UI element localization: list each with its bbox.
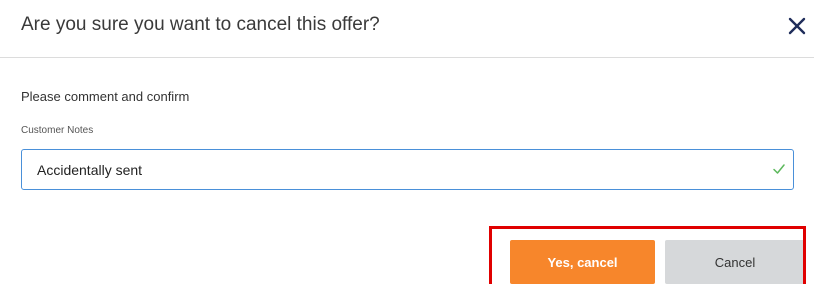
customer-notes-field (21, 149, 794, 190)
dialog-header: Are you sure you want to cancel this off… (0, 0, 814, 58)
cancel-button[interactable]: Cancel (665, 240, 805, 284)
customer-notes-input[interactable] (22, 150, 752, 189)
cancel-offer-dialog: Are you sure you want to cancel this off… (0, 0, 814, 284)
yes-cancel-button[interactable]: Yes, cancel (510, 240, 655, 284)
close-icon (788, 17, 806, 35)
close-button[interactable] (783, 12, 811, 40)
customer-notes-label: Customer Notes (21, 125, 94, 136)
dialog-title: Are you sure you want to cancel this off… (21, 14, 380, 35)
instruction-text: Please comment and confirm (21, 89, 190, 104)
check-icon (773, 164, 785, 174)
